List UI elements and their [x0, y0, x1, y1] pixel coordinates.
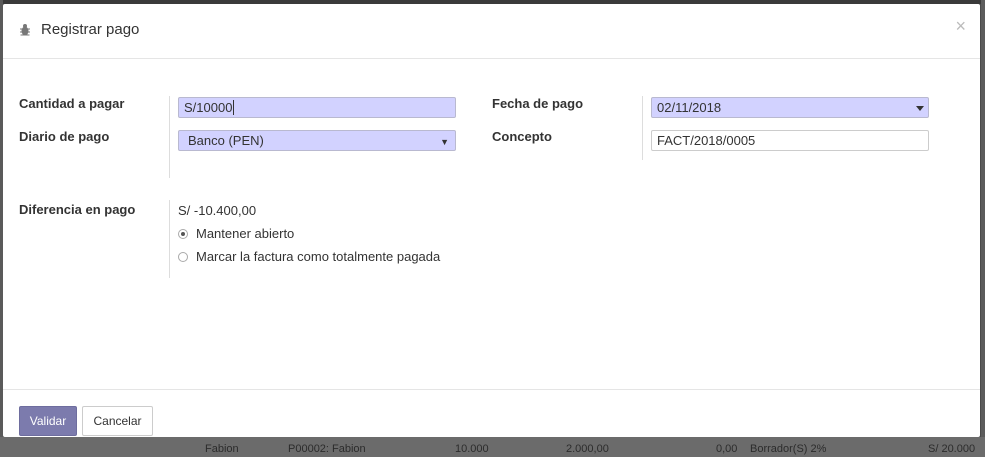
journal-select[interactable]: Banco (PEN) ▼: [178, 130, 456, 151]
memo-value: FACT/2018/0005: [657, 133, 756, 148]
background-cell: 2.000,00: [566, 443, 609, 455]
cancel-button[interactable]: Cancelar: [82, 406, 153, 436]
journal-value: Banco (PEN): [188, 133, 264, 148]
background-cell: Borrador(S) 2%: [750, 443, 827, 455]
amount-label: Cantidad a pagar: [19, 96, 125, 111]
text-cursor: [233, 100, 235, 115]
difference-label: Diferencia en pago: [19, 202, 136, 217]
memo-input[interactable]: FACT/2018/0005: [651, 130, 929, 151]
mark-fully-paid-label[interactable]: Marcar la factura como totalmente pagada: [196, 249, 440, 264]
payment-date-value: 02/11/2018: [657, 100, 722, 115]
background-cell: 10.000: [455, 443, 489, 455]
field-divider: [169, 200, 170, 278]
field-divider: [169, 96, 170, 178]
payment-date-label: Fecha de pago: [492, 96, 584, 111]
background-table-row: Fabion P00002: Fabion 10.000 2.000,00 0,…: [0, 437, 985, 457]
background-cell: P00002: Fabion: [288, 443, 366, 455]
dialog-header: Registrar pago ×: [3, 4, 980, 59]
amount-input[interactable]: S/10000: [178, 97, 456, 118]
close-icon[interactable]: ×: [955, 16, 966, 36]
background-cell: Fabion: [205, 443, 239, 455]
caret-down-icon: ▼: [440, 137, 449, 147]
keep-open-label[interactable]: Mantener abierto: [196, 226, 294, 241]
journal-label: Diario de pago: [19, 129, 110, 144]
bug-icon: [20, 24, 30, 36]
validate-button[interactable]: Validar: [19, 406, 77, 436]
dialog-footer-divider: [3, 389, 980, 390]
difference-value: S/ -10.400,00: [178, 203, 257, 218]
register-payment-dialog: Registrar pago × Cantidad a pagar Diario…: [3, 4, 980, 437]
background-cell: S/ 20.000: [928, 443, 976, 455]
caret-down-icon: [916, 106, 924, 111]
keep-open-radio[interactable]: [178, 229, 188, 239]
amount-value: S/10000: [184, 100, 233, 115]
payment-date-input[interactable]: 02/11/2018: [651, 97, 929, 118]
background-cell: 0,00: [716, 443, 738, 455]
mark-fully-paid-radio[interactable]: [178, 252, 188, 262]
memo-label: Concepto: [492, 129, 552, 144]
field-divider: [642, 96, 643, 160]
dialog-title: Registrar pago: [41, 21, 140, 38]
background-right-edge: [981, 0, 985, 457]
